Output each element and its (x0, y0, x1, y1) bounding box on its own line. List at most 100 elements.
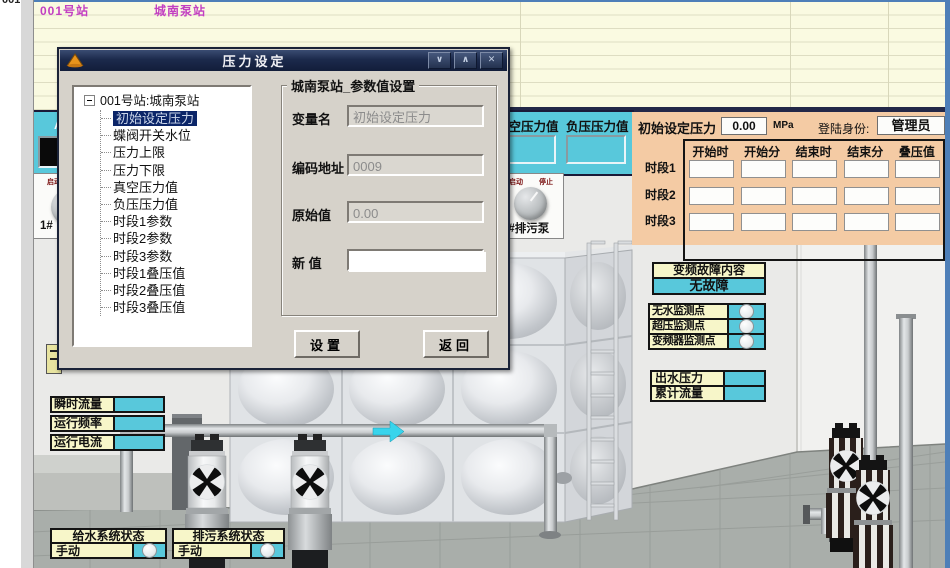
pump1-label: 1# (40, 220, 53, 232)
period-input[interactable] (895, 213, 940, 231)
period-input[interactable] (689, 187, 734, 205)
monitor-label: 变频器监测点 (648, 333, 729, 350)
period-input[interactable] (741, 213, 786, 231)
tree-item[interactable]: 压力上限 (101, 144, 250, 161)
monitor-indicator (727, 333, 766, 350)
supply-pump-front (853, 455, 893, 568)
status-indicator[interactable] (132, 542, 167, 559)
code-address-field: 0009 (347, 154, 484, 176)
period-input[interactable] (689, 160, 734, 178)
monitor-points: 无水监测点 超压监测点 变频器监测点 (648, 303, 766, 350)
period-input[interactable] (895, 187, 940, 205)
station-row[interactable]: 001号站 城南泵站 (32, 2, 945, 15)
period-input[interactable] (741, 187, 786, 205)
tree-root[interactable]: 001号站:城南泵站 (74, 87, 250, 110)
output-row: 累计流量 (650, 385, 766, 402)
metric-label: 瞬时流量 (50, 396, 115, 413)
pump2-knob[interactable] (514, 187, 547, 220)
col-end-min: 结束分 (840, 143, 891, 160)
monitor-row: 变频器监测点 (648, 333, 766, 350)
period2-label: 时段2 (645, 186, 676, 203)
lamp-icon (739, 304, 754, 319)
tree-item[interactable]: 时段2参数 (101, 230, 250, 247)
col-start-hour: 开始时 (685, 143, 736, 160)
table-divider (888, 2, 889, 110)
lamp-icon (739, 319, 754, 334)
output-metrics: 出水压力 累计流量 (650, 370, 766, 402)
metric-row: 运行电流 (50, 434, 165, 451)
period3-label: 时段3 (645, 212, 676, 229)
tree-item[interactable]: 时段1叠压值 (101, 265, 250, 282)
pressure-unit: MPa (773, 120, 794, 131)
window-border-top (32, 0, 950, 2)
maximize-button[interactable]: ∧ (454, 52, 477, 69)
period-input[interactable] (844, 160, 889, 178)
lamp-icon (739, 334, 754, 349)
collapse-icon[interactable] (84, 95, 95, 106)
field-label: 变量名 (292, 109, 331, 128)
col-boost: 叠压值 (891, 143, 942, 160)
status-mode: 手动 (50, 542, 134, 559)
metric-row: 运行频率 (50, 415, 165, 432)
period-input[interactable] (689, 213, 734, 231)
tree-item[interactable]: 时段2叠压值 (101, 282, 250, 299)
dialog-titlebar[interactable]: 压力设定 ∨ ∧ ✕ (60, 50, 507, 71)
window-border-right (945, 0, 950, 568)
metric-value (113, 434, 165, 451)
tree-item[interactable]: 压力下限 (101, 162, 250, 179)
left-rail: 001 (0, 0, 21, 568)
col-start-min: 开始分 (737, 143, 788, 160)
tree-item[interactable]: 时段3叠压值 (101, 299, 250, 316)
col-end-hour: 结束时 (788, 143, 839, 160)
period-input[interactable] (844, 213, 889, 231)
period-input[interactable] (792, 187, 837, 205)
fault-panel: 变频故障内容 无故障 (652, 262, 766, 295)
lamp-icon (142, 543, 157, 558)
fault-status: 无故障 (652, 277, 766, 295)
status-indicator[interactable] (250, 542, 285, 559)
negative-pressure-value (566, 135, 626, 164)
field-label: 新 值 (292, 253, 322, 272)
platform (32, 455, 132, 473)
group-title: 城南泵站_参数值设置 (287, 76, 419, 95)
cone-icon (66, 53, 84, 68)
new-value-field[interactable] (347, 249, 484, 271)
tree-item[interactable]: 时段3参数 (101, 248, 250, 265)
period-table: 开始时 开始分 结束时 结束分 叠压值 (683, 139, 945, 261)
tree-item[interactable]: 蝶阀开关水位 (101, 127, 250, 144)
pump2-start-label: 启动 (509, 177, 523, 187)
parameter-tree: 001号站:城南泵站 初始设定压力 蝶阀开关水位 压力上限 压力下限 真空压力值… (72, 85, 252, 347)
variable-name-field: 初始设定压力 (347, 105, 484, 127)
metric-label: 运行频率 (50, 415, 115, 432)
negative-pressure-label: 负压压力值 (566, 116, 629, 135)
set-button[interactable]: 设置 (294, 330, 360, 358)
new-value-input[interactable] (349, 252, 486, 272)
initial-pressure-label: 初始设定压力 (638, 118, 716, 137)
period-input[interactable] (741, 160, 786, 178)
period-input[interactable] (792, 213, 837, 231)
field-label: 编码地址 (292, 158, 344, 177)
settings-panel: 初始设定压力 0.00 MPa 登陆身份: 管理员 时段1 时段2 时段3 开始… (632, 112, 945, 245)
period-input[interactable] (895, 160, 940, 178)
close-button[interactable]: ✕ (480, 52, 503, 69)
tree-item[interactable]: 初始设定压力 (101, 110, 250, 127)
knob-indicator (530, 192, 538, 202)
status-mode: 手动 (172, 542, 252, 559)
original-value-field: 0.00 (347, 201, 484, 223)
metric-value (113, 396, 165, 413)
station-id: 001号站 (40, 2, 89, 19)
station-name: 城南泵站 (154, 2, 206, 19)
period-input[interactable] (792, 160, 837, 178)
hmi-screen: 001号站 城南泵站 A 真空压力值 负压压力值 启动 1# 启动 停止 2#排… (0, 0, 950, 568)
period-input[interactable] (844, 187, 889, 205)
minimize-button[interactable]: ∨ (428, 52, 451, 69)
tree-item[interactable]: 真空压力值 (101, 179, 250, 196)
table-divider (520, 2, 521, 110)
splitter-handle[interactable] (20, 0, 34, 568)
back-button[interactable]: 返回 (423, 330, 489, 358)
dialog-title: 压力设定 (84, 51, 425, 70)
tree-item[interactable]: 负压压力值 (101, 196, 250, 213)
login-identity: 管理员 (877, 116, 945, 135)
initial-pressure-value[interactable]: 0.00 (721, 117, 767, 135)
tree-item[interactable]: 时段1参数 (101, 213, 250, 230)
